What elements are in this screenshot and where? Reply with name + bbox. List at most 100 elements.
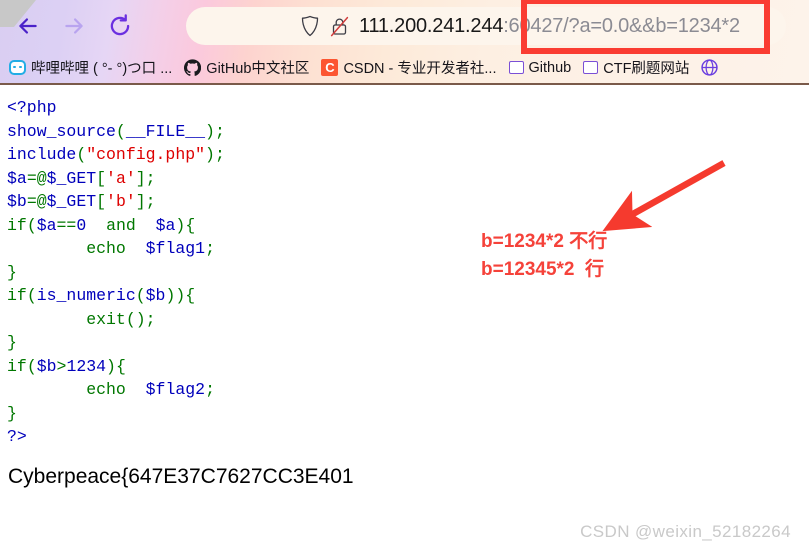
bookmark-github-cn[interactable]: GitHub中文社区 xyxy=(179,55,314,81)
code-line: echo $flag1; xyxy=(7,237,225,261)
code-token: 'b' xyxy=(106,192,136,211)
code-token: ) xyxy=(106,356,116,376)
code-token: ; xyxy=(214,145,225,164)
code-token: 1234 xyxy=(66,356,107,376)
code-token: $flag2 xyxy=(145,380,206,399)
code-line: <?php xyxy=(7,96,225,120)
code-token: > xyxy=(56,356,67,376)
code-token: == xyxy=(56,215,77,235)
bookmark-github[interactable]: Github xyxy=(504,55,577,81)
blank-page-icon xyxy=(583,61,599,74)
code-token: ; xyxy=(145,192,156,211)
back-arrow-icon xyxy=(19,18,37,34)
bilibili-icon xyxy=(9,60,26,75)
reload-button[interactable] xyxy=(104,10,136,42)
code-token: ) xyxy=(205,145,215,164)
code-token: "config.php" xyxy=(86,145,206,164)
csdn-icon: C xyxy=(321,59,339,76)
code-token: $a xyxy=(36,215,57,235)
code-token: if xyxy=(7,286,27,305)
annotation-note: b=1234*2 不行 b=12345*2 行 xyxy=(481,228,607,284)
php-source-code: <?php show_source(__FILE__); include("conf… xyxy=(7,96,225,449)
code-line: } xyxy=(7,331,225,355)
url-host: 111.200.241.244 xyxy=(359,14,504,37)
lock-crossed-out-icon[interactable] xyxy=(330,16,349,37)
code-token: ( xyxy=(26,215,37,235)
code-line: $a=@$_GET['a']; xyxy=(7,167,225,191)
bookmark-label: Github xyxy=(528,59,572,76)
code-token: ] xyxy=(135,168,146,188)
code-line: $b=@$_GET['b']; xyxy=(7,190,225,214)
code-token: ( xyxy=(76,145,87,164)
forward-button[interactable] xyxy=(58,10,90,42)
code-token: $a xyxy=(7,168,27,188)
code-token: $b xyxy=(145,286,166,305)
shield-icon[interactable] xyxy=(300,15,320,37)
code-token: $flag1 xyxy=(145,239,206,258)
code-token: 'a' xyxy=(106,168,136,188)
address-bar[interactable]: 111.200.241.244:60427/?a=0.0&&b=1234*2 xyxy=(186,7,786,45)
url-query: :60427/?a=0.0&&b=1234*2 xyxy=(503,14,740,37)
code-token: 0 xyxy=(76,215,87,235)
back-button[interactable] xyxy=(12,10,44,42)
code-token: { xyxy=(185,286,196,305)
code-token: ( xyxy=(135,286,146,305)
code-token: ( xyxy=(26,286,37,305)
code-token: ( xyxy=(125,309,136,329)
code-token: $a xyxy=(155,215,176,235)
page-content: <?php show_source(__FILE__); include("conf… xyxy=(0,85,809,554)
code-token: include xyxy=(7,145,77,164)
code-token: { xyxy=(115,356,126,376)
code-token: ( xyxy=(26,356,37,376)
code-token: ; xyxy=(145,168,156,188)
code-line: } xyxy=(7,261,225,285)
watermark: CSDN @weixin_52182264 xyxy=(580,522,791,541)
code-token: $_GET xyxy=(46,192,97,211)
annotation-arrow xyxy=(602,160,726,232)
code-token: ; xyxy=(205,380,215,399)
code-token: ) xyxy=(135,309,146,329)
code-token: $b xyxy=(36,356,57,376)
bookmark-label: CTF刷题网站 xyxy=(603,61,690,77)
bookmark-label: 哔哩哔哩 ( °- °)つ口 ... xyxy=(31,61,173,77)
globe-icon xyxy=(701,59,719,76)
code-line: if($a==0 and $a){ xyxy=(7,214,225,238)
code-line: if(is_numeric($b)){ xyxy=(7,284,225,308)
code-token: show_source xyxy=(7,121,116,141)
code-token: ) xyxy=(175,286,186,305)
bookmark-overflow[interactable] xyxy=(696,55,728,81)
flag-output: Cyberpeace{647E37C7627CC3E401 xyxy=(8,465,354,488)
code-token: if xyxy=(7,356,27,376)
code-token: <?php xyxy=(7,98,57,117)
browser-toolbar: 111.200.241.244:60427/?a=0.0&&b=1234*2 xyxy=(0,0,809,52)
code-line: include("config.php"); xyxy=(7,143,225,167)
code-token: ] xyxy=(135,192,146,211)
code-token: echo xyxy=(86,239,126,258)
code-token: ; xyxy=(214,121,225,141)
annotation-note-line2: b=12345*2 行 xyxy=(481,259,605,280)
annotation-note-line1: b=1234*2 不行 xyxy=(481,231,608,252)
code-token: } xyxy=(7,403,17,423)
code-token: $_GET xyxy=(46,168,97,188)
bookmark-ctf-site[interactable]: CTF刷题网站 xyxy=(578,55,694,81)
bookmark-csdn[interactable]: C CSDN - 专业开发者社... xyxy=(316,55,501,81)
code-token: { xyxy=(185,215,196,235)
bookmark-bilibili[interactable]: 哔哩哔哩 ( °- °)つ口 ... xyxy=(4,55,177,81)
code-token: if xyxy=(7,215,27,235)
code-token: $b xyxy=(7,192,27,211)
bookmark-label: GitHub中文社区 xyxy=(206,61,310,77)
code-line: if($b>1234){ xyxy=(7,355,225,379)
code-line: exit(); xyxy=(7,308,225,332)
code-token: ) xyxy=(175,215,186,235)
url-text[interactable]: 111.200.241.244:60427/?a=0.0&&b=1234*2 xyxy=(359,15,740,38)
code-token: and xyxy=(106,215,136,235)
github-icon xyxy=(184,59,202,76)
code-token: is_numeric xyxy=(36,286,136,305)
reload-icon xyxy=(110,14,130,36)
code-token: =@ xyxy=(26,168,47,188)
